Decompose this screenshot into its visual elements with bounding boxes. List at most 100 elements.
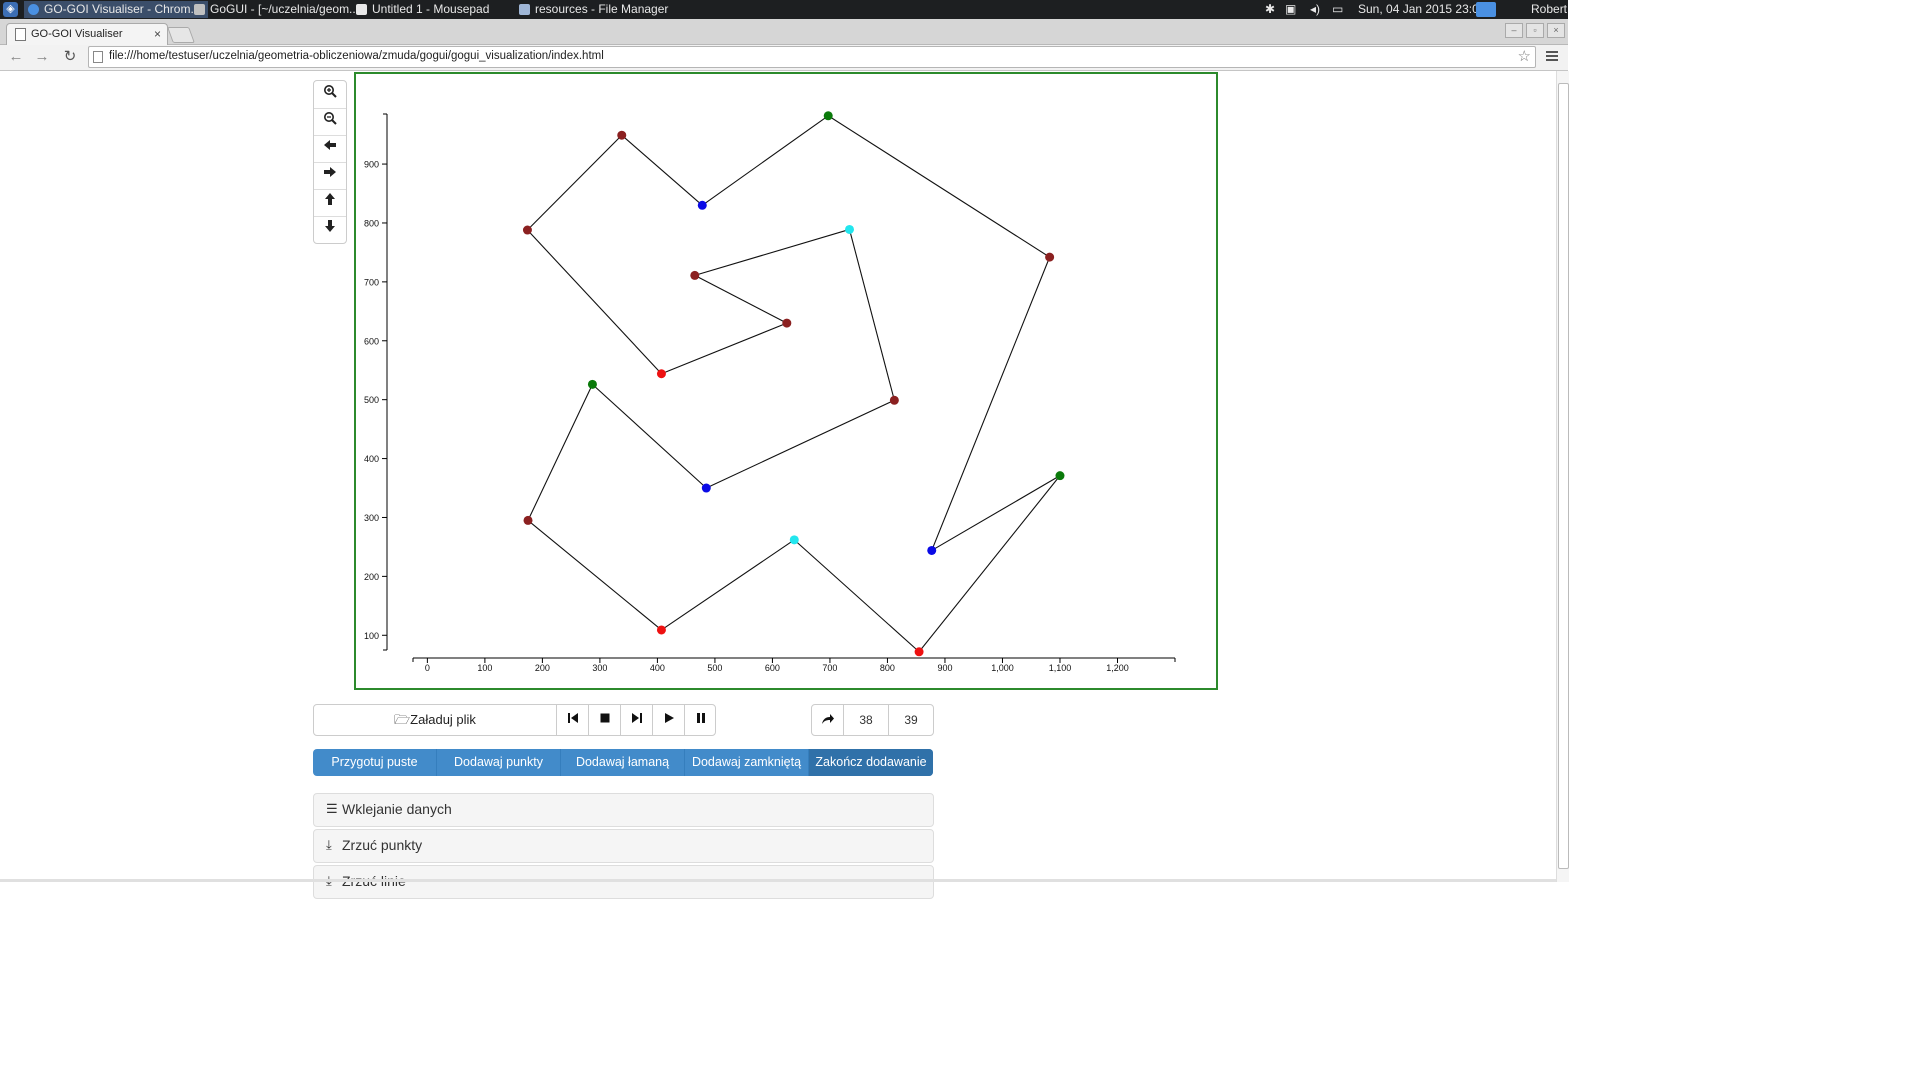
browser-tab[interactable]: GO-GOI Visualiser ×: [6, 23, 168, 45]
point-marker[interactable]: [1055, 471, 1065, 481]
close-window-icon[interactable]: ×: [1547, 23, 1565, 38]
text-editor-icon: [356, 4, 367, 15]
taskbar-item-file-manager[interactable]: resources - File Manager: [515, 1, 695, 18]
point-marker[interactable]: [656, 625, 666, 635]
page-scrollbar[interactable]: [1556, 71, 1569, 882]
point-marker[interactable]: [697, 200, 707, 210]
segment-line: [918, 475, 1061, 653]
current-step-field[interactable]: 38: [844, 705, 889, 735]
tab-close-icon[interactable]: ×: [154, 27, 161, 41]
point-marker[interactable]: [789, 535, 799, 545]
segment-line: [848, 229, 895, 401]
load-file-button[interactable]: 🗁Załaduj plik: [314, 705, 557, 735]
point-marker[interactable]: [656, 369, 666, 379]
pan-up-button[interactable]: [314, 189, 346, 217]
points-layer: [522, 111, 1065, 657]
segment-line: [621, 134, 703, 206]
address-bar[interactable]: file:///home/testuser/uczelnia/geometria…: [88, 46, 1536, 68]
segment-line: [527, 384, 593, 521]
forward-icon[interactable]: →: [32, 47, 52, 67]
taskbar-item-mousepad[interactable]: Untitled 1 - Mousepad: [352, 1, 532, 18]
power-icon[interactable]: ▭: [1332, 0, 1343, 19]
point-marker[interactable]: [522, 225, 532, 235]
zoom-in-button[interactable]: [314, 81, 346, 109]
point-marker[interactable]: [927, 545, 937, 555]
add-polyline-button[interactable]: Dodawaj łamaną: [561, 749, 685, 776]
visualization-frame[interactable]: 100 200 300 400 500 600 700 800 900 0 100 200 300 400…: [354, 72, 1218, 690]
page-icon: [93, 51, 103, 63]
point-marker[interactable]: [889, 395, 899, 405]
point-marker[interactable]: [523, 515, 533, 525]
user-name[interactable]: Robert: [1531, 0, 1567, 19]
taskbar-item-chrome[interactable]: GO-GOI Visualiser - Chrom...: [24, 1, 208, 18]
add-points-button[interactable]: Dodawaj punkty: [437, 749, 561, 776]
point-marker[interactable]: [617, 130, 627, 140]
add-closed-polygon-button[interactable]: Dodawaj zamkniętą: [685, 749, 809, 776]
prepare-empty-button[interactable]: Przygotuj puste: [313, 749, 437, 776]
url-text[interactable]: file:///home/testuser/uczelnia/geometria…: [109, 50, 604, 62]
point-marker[interactable]: [701, 483, 711, 493]
stop-button[interactable]: [589, 705, 621, 735]
back-icon[interactable]: ←: [6, 47, 26, 67]
clock[interactable]: Sun, 04 Jan 2015 23:03: [1358, 0, 1485, 19]
point-marker[interactable]: [844, 224, 854, 234]
pan-left-button[interactable]: [314, 135, 346, 163]
arrow-up-icon: [325, 193, 335, 205]
y-tick-label: 300: [364, 513, 379, 523]
zoom-in-icon: [324, 85, 337, 98]
x-tick-label: 300: [592, 663, 607, 673]
x-tick-label: 1,000: [991, 663, 1014, 673]
update-icon[interactable]: [1476, 2, 1496, 17]
axes-layer: 100 200 300 400 500 600 700 800 900 0 100 200 300 400…: [364, 113, 1176, 673]
volume-icon[interactable]: ◂): [1310, 0, 1320, 19]
arrow-down-icon: [325, 220, 335, 232]
minimize-icon[interactable]: –: [1505, 23, 1523, 38]
bluetooth-icon[interactable]: ✱: [1265, 0, 1275, 19]
reload-icon[interactable]: ↻: [60, 47, 80, 67]
segments-layer: [527, 115, 1061, 653]
dump-lines-panel[interactable]: ⤓ Zrzuć linie: [313, 865, 934, 899]
download-icon: ⤓: [326, 837, 332, 852]
pause-icon: [696, 713, 705, 723]
visualization-canvas[interactable]: 100 200 300 400 500 600 700 800 900 0 100 200 300 400…: [356, 74, 1216, 688]
stop-icon: [600, 713, 609, 723]
x-tick-label: 800: [880, 663, 895, 673]
segment-line: [694, 274, 788, 324]
dump-points-panel[interactable]: ⤓ Zrzuć punkty: [313, 829, 934, 863]
zoom-pan-panel: [313, 80, 347, 244]
app-menu-icon[interactable]: ◈: [3, 2, 18, 17]
segment-line: [694, 228, 850, 276]
scrollbar-thumb[interactable]: [1558, 83, 1569, 869]
maximize-icon[interactable]: ▫: [1526, 23, 1544, 38]
point-marker[interactable]: [914, 647, 924, 657]
point-marker[interactable]: [823, 111, 833, 121]
first-step-button[interactable]: [557, 705, 589, 735]
point-marker[interactable]: [587, 379, 597, 389]
align-left-icon: ☰: [326, 801, 338, 816]
step-forward-icon: [631, 713, 642, 723]
point-marker[interactable]: [1045, 252, 1055, 262]
finish-adding-button[interactable]: Zakończ dodawanie: [809, 749, 933, 776]
new-tab-button[interactable]: [167, 27, 195, 43]
point-marker[interactable]: [690, 270, 700, 280]
x-tick-label: 1,100: [1049, 663, 1072, 673]
pan-right-button[interactable]: [314, 162, 346, 190]
go-to-step-button[interactable]: [812, 705, 844, 735]
paste-data-panel[interactable]: ☰ Wklejanie danych: [313, 793, 934, 827]
taskbar-item-gogui[interactable]: GoGUI - [~/uczelnia/geom...: [190, 1, 370, 18]
horizontal-scrollbar[interactable]: [0, 879, 1556, 882]
page-icon: [15, 28, 26, 41]
pause-button[interactable]: [685, 705, 716, 735]
menu-icon[interactable]: [1546, 49, 1558, 63]
y-tick-label: 200: [364, 572, 379, 582]
zoom-out-button[interactable]: [314, 108, 346, 136]
x-tick-label: 0: [425, 663, 430, 673]
play-button[interactable]: [653, 705, 685, 735]
os-taskbar: ◈ GO-GOI Visualiser - Chrom... GoGUI - […: [0, 0, 1568, 19]
bookmark-star-icon[interactable]: ☆: [1518, 47, 1531, 65]
network-icon[interactable]: ▣: [1285, 0, 1296, 19]
pan-down-button[interactable]: [314, 216, 346, 243]
next-step-button[interactable]: [621, 705, 653, 735]
y-tick-label: 600: [364, 336, 379, 346]
point-marker[interactable]: [782, 318, 792, 328]
